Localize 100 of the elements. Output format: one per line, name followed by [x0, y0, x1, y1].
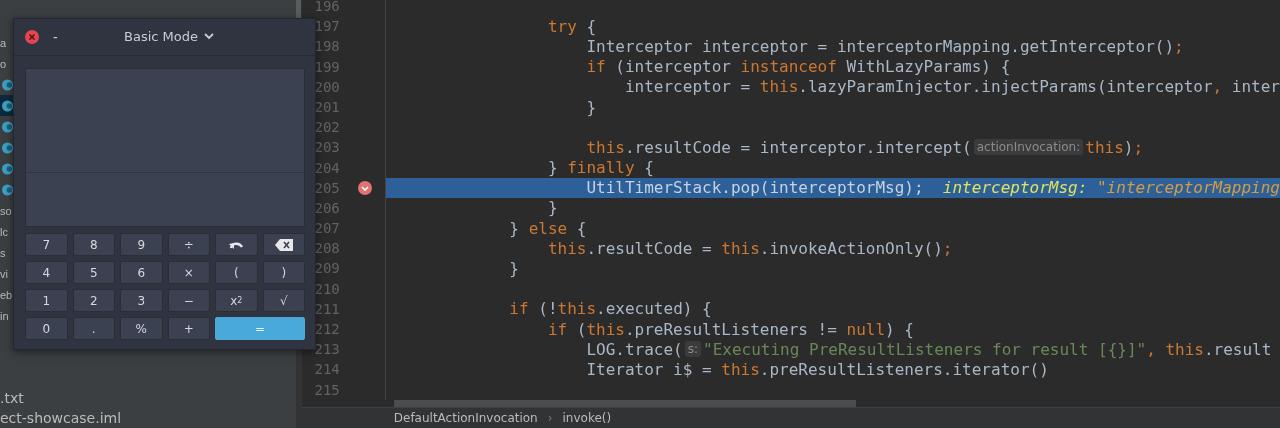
calculator-key[interactable]: ) [262, 261, 305, 284]
code-text: } [585, 97, 597, 117]
line-number: 214 [313, 360, 340, 380]
tree-item[interactable]: o [0, 57, 7, 70]
code-text: ) { [885, 319, 914, 339]
code-text: (! [537, 299, 558, 319]
undo-icon [229, 239, 244, 250]
code-text: ( [575, 319, 587, 339]
calculator-key[interactable]: 9 [120, 233, 163, 256]
code-text: .preResultListeners != [624, 319, 838, 339]
code-text: finally [567, 158, 635, 178]
code-text: .result [1203, 339, 1272, 359]
code-text: .preResultListeners.iterator() [759, 359, 1049, 379]
code-text: try [546, 16, 577, 36]
scrollbar-thumb[interactable] [295, 0, 301, 20]
backspace-icon [274, 238, 293, 251]
calculator-key[interactable]: ( [215, 261, 258, 284]
line-number: 207 [313, 219, 340, 239]
code-text: .executed) { [596, 299, 712, 319]
code-text: ) [1123, 137, 1134, 157]
code-text: { [585, 16, 597, 36]
calculator-key[interactable]: 6 [120, 261, 163, 284]
line-number: 213 [313, 340, 340, 360]
tree-row[interactable] [0, 95, 13, 116]
code-text: ; [942, 238, 953, 258]
code-text: this [546, 238, 587, 258]
calculator-key[interactable]: . [72, 317, 115, 340]
line-number: 198 [313, 37, 340, 57]
backspace-button[interactable] [262, 233, 305, 256]
line-number: 206 [313, 198, 340, 218]
class-icon [2, 162, 13, 175]
tree-item[interactable]: vi [0, 267, 8, 280]
mode-dropdown[interactable]: Basic Mode [122, 27, 216, 46]
line-number: 201 [313, 97, 340, 117]
tree-item[interactable]: a [0, 36, 7, 49]
code-text: interceptor = [623, 77, 752, 97]
calculator-key[interactable]: + [167, 317, 210, 340]
class-icon [2, 141, 13, 154]
calculator-key[interactable]: x$^{2}$ [215, 289, 258, 312]
calculator-key[interactable]: × [167, 261, 210, 284]
debug-value: "interceptorMapping [1095, 178, 1280, 198]
tree-item[interactable]: lc [0, 225, 8, 238]
code-text: .resultCode = [586, 238, 713, 258]
class-icon [2, 183, 13, 196]
code-text: this [585, 137, 625, 157]
line-number: 210 [313, 279, 340, 299]
class-icon [2, 120, 13, 133]
code-text: instanceof [740, 57, 837, 77]
line-number: 205 [313, 178, 340, 198]
calculator-key[interactable]: 2 [72, 289, 115, 312]
code-text: (interceptor [614, 57, 732, 77]
line-number: 202 [313, 118, 340, 138]
code-text: } [508, 259, 519, 279]
line-number: 199 [313, 57, 340, 77]
calculator-key[interactable]: 4 [25, 261, 68, 284]
code-text: .invokeActionOnly() [759, 238, 943, 258]
calculator-key[interactable]: 1 [25, 289, 68, 312]
line-number: 208 [313, 239, 340, 259]
line-number: 204 [313, 158, 340, 178]
breadcrumb-separator: › [547, 410, 553, 425]
calculator-key[interactable]: 8 [72, 233, 115, 256]
debug-value: interceptorMsg: [942, 178, 1088, 198]
calculator-key[interactable]: ÷ [167, 233, 210, 256]
breadcrumb-item[interactable]: DefaultActionInvocation [393, 410, 538, 425]
tree-item[interactable]: eb [0, 288, 13, 301]
code-text: this [759, 77, 799, 97]
breadcrumb-item[interactable]: invoke() [562, 410, 612, 425]
file-item[interactable]: ect-showcase.iml [0, 408, 296, 428]
line-number: 211 [313, 299, 340, 319]
code-text: WithLazyParams) { [845, 57, 1011, 77]
file-item[interactable]: .txt [0, 388, 296, 408]
line-number: 209 [313, 259, 340, 279]
tree-item[interactable]: in [0, 309, 9, 322]
code-text: null [846, 319, 886, 339]
code-text: if [546, 319, 568, 339]
calculator-key[interactable]: − [167, 289, 210, 312]
line-number: 196 [313, 0, 340, 16]
line-number: 203 [313, 138, 340, 158]
parameter-hint: actionInvocation: [973, 139, 1084, 156]
scrollbar-thumb[interactable] [393, 399, 856, 407]
calculator-key[interactable]: 3 [120, 289, 163, 312]
calculator-key[interactable]: 7 [25, 233, 68, 256]
calculator-key[interactable]: 5 [72, 261, 115, 284]
calculator-key[interactable]: % [120, 317, 163, 340]
tree-item[interactable]: so [0, 204, 12, 217]
code-text: inter [1230, 77, 1280, 97]
code-text: ; [1133, 137, 1144, 157]
code-text: } [508, 218, 520, 238]
code-text: Iterator i$ = [585, 359, 713, 379]
minimize-button[interactable]: - [49, 29, 62, 45]
undo-button[interactable] [215, 233, 258, 256]
tree-item[interactable]: s [0, 246, 6, 259]
code-text: .resultCode = interceptor.intercept( [624, 137, 972, 157]
code-text: ; [1174, 36, 1184, 56]
calculator-key[interactable]: 0 [25, 317, 68, 340]
code-text: { [575, 218, 587, 238]
code-text: } [546, 198, 558, 218]
code-text: "Executing PreResultListeners for result [{}]" [703, 339, 1147, 359]
calculator-key[interactable]: √ [262, 289, 305, 312]
code-text: if [585, 57, 606, 77]
